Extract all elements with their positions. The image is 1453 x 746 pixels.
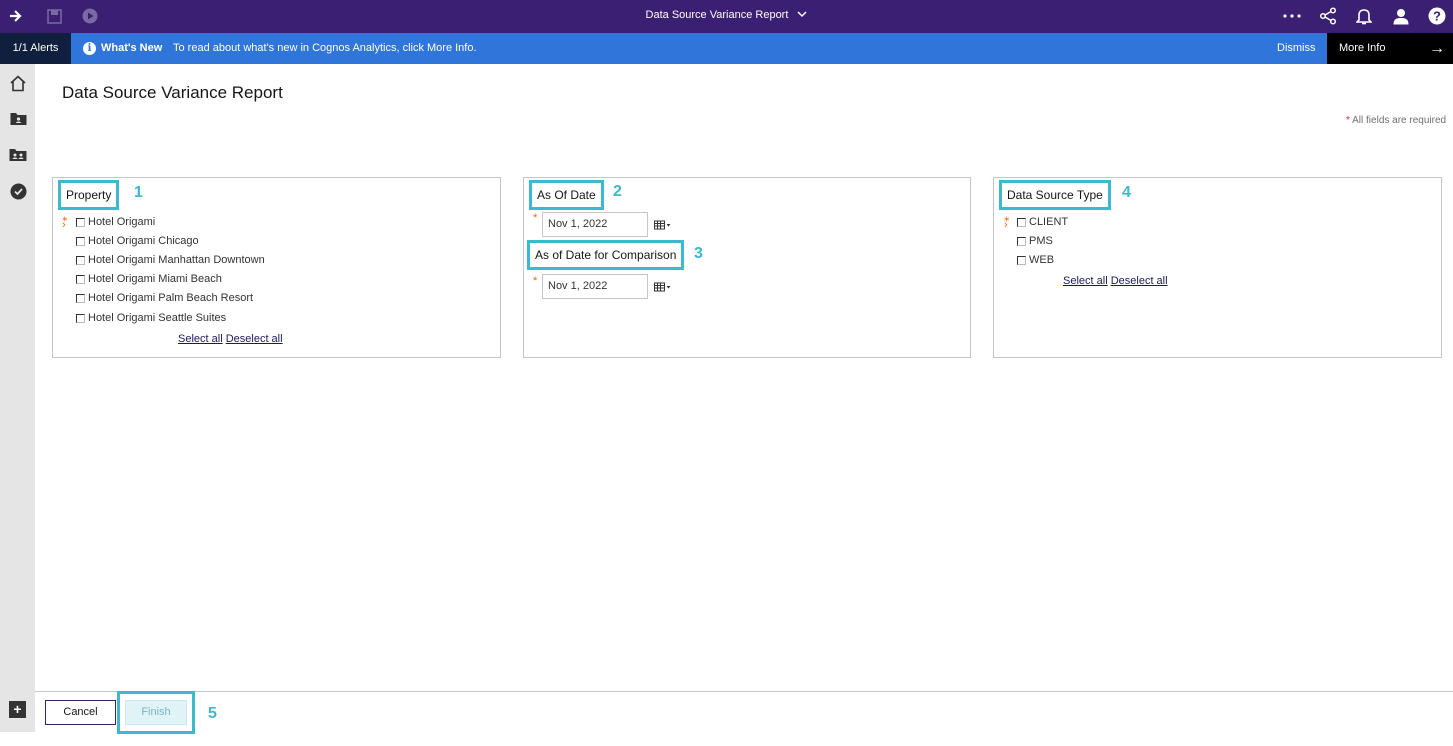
required-indicator-icon: * [533,275,538,287]
save-icon[interactable] [44,6,64,26]
finish-highlight: Finish [117,691,195,734]
option-label: Hotel Origami Palm Beach Resort [88,292,254,304]
more-info-label: More Info [1339,42,1386,54]
my-content-icon[interactable] [8,109,28,129]
svg-text:?: ? [1433,9,1441,24]
run-icon[interactable] [80,6,100,26]
home-icon[interactable] [8,73,28,93]
more-info-button[interactable]: More Info → [1327,33,1453,64]
property-select-links: Select all Deselect all [178,333,283,345]
option-label: Hotel Origami [88,216,156,228]
step-number-1: 1 [134,184,143,201]
checkbox[interactable] [76,293,85,303]
arrow-right-icon[interactable] [7,6,27,26]
data-source-select-links: Select all Deselect all [1063,275,1168,287]
user-icon[interactable] [1391,6,1411,26]
checkbox[interactable] [76,217,85,227]
property-panel: Property 1 ⁎ › Hotel Origami Hotel Origam… [52,177,501,358]
as-of-date-label: As Of Date [529,180,604,210]
required-indicator-icon: ⁎ › [62,212,68,231]
property-option[interactable]: Hotel Origami Miami Beach [76,273,222,285]
alert-message: To read about what's new in Cognos Analy… [173,42,477,54]
add-icon[interactable]: + [9,701,26,718]
deselect-all-link[interactable]: Deselect all [226,333,283,345]
page-title: Data Source Variance Report [62,83,283,102]
checkbox[interactable] [1017,255,1026,265]
required-fields-note: * All fields are required [1346,115,1446,126]
required-star: * [1346,115,1350,126]
option-label: Hotel Origami Chicago [88,235,199,247]
top-navigation-bar: Data Source Variance Report ? [0,0,1453,33]
arrow-right-icon: → [1429,40,1445,57]
option-label: Hotel Origami Miami Beach [88,273,222,285]
as-of-date-input[interactable]: Nov 1, 2022 [542,212,648,237]
step-number-4: 4 [1122,184,1131,201]
checkbox[interactable] [1017,236,1026,246]
required-indicator-icon: * [533,212,538,224]
comparison-date-label: As of Date for Comparison [527,240,685,270]
step-number-5: 5 [208,705,217,722]
option-label: CLIENT [1029,216,1069,228]
checkbox[interactable] [76,313,85,323]
option-label: Hotel Origami Manhattan Downtown [88,254,265,266]
property-option[interactable]: Hotel Origami [76,216,155,228]
footer-divider [35,691,1453,692]
property-label: Property [58,180,120,210]
share-icon[interactable] [1318,6,1338,26]
option-label: Hotel Origami Seattle Suites [88,312,227,324]
data-source-option[interactable]: CLIENT [1017,216,1068,228]
more-icon[interactable] [1282,6,1302,26]
required-indicator-icon: ⁎ › [1004,212,1010,231]
alert-title: What's New [101,42,163,54]
checkbox[interactable] [76,274,85,284]
required-fields-text: All fields are required [1352,115,1447,126]
property-option[interactable]: Hotel Origami Chicago [76,235,199,247]
alert-banner: 1/1 Alerts i What's New To read about wh… [0,33,1453,64]
report-title-menu[interactable]: Data Source Variance Report [0,0,1453,33]
option-label: PMS [1029,235,1053,247]
info-icon: i [83,42,96,55]
data-source-option[interactable]: WEB [1017,254,1054,266]
data-source-type-label: Data Source Type [999,180,1111,210]
checkbox[interactable] [76,255,85,265]
step-number-3: 3 [694,245,703,262]
calendar-icon[interactable] [654,281,672,293]
checkbox[interactable] [76,236,85,246]
deselect-all-link[interactable]: Deselect all [1111,275,1168,287]
report-title[interactable]: Data Source Variance Report [646,9,789,21]
finish-button[interactable]: Finish [125,700,187,725]
select-all-link[interactable]: Select all [178,333,223,345]
date-panel: As Of Date 2 * Nov 1, 2022 As of Date fo… [523,177,971,358]
data-source-option[interactable]: PMS [1017,235,1053,247]
cancel-button[interactable]: Cancel [45,700,116,725]
option-label: WEB [1029,254,1055,266]
checkbox[interactable] [1017,217,1026,227]
left-sidebar [0,64,35,732]
comparison-date-input[interactable]: Nov 1, 2022 [542,274,648,299]
property-option[interactable]: Hotel Origami Palm Beach Resort [76,292,253,304]
help-icon[interactable]: ? [1427,6,1447,26]
property-option[interactable]: Hotel Origami Seattle Suites [76,312,226,324]
select-all-link[interactable]: Select all [1063,275,1108,287]
recent-icon[interactable] [8,181,28,201]
team-content-icon[interactable] [8,145,28,165]
chevron-down-icon[interactable] [797,0,807,31]
step-number-2: 2 [613,183,622,200]
dismiss-button[interactable]: Dismiss [1277,33,1316,64]
data-source-type-panel: Data Source Type 4 ⁎ › CLIENT PMS WEB Sel… [993,177,1442,358]
notification-icon[interactable] [1354,6,1374,26]
property-option[interactable]: Hotel Origami Manhattan Downtown [76,254,265,266]
calendar-icon[interactable] [654,219,672,231]
alert-count[interactable]: 1/1 Alerts [0,33,71,64]
